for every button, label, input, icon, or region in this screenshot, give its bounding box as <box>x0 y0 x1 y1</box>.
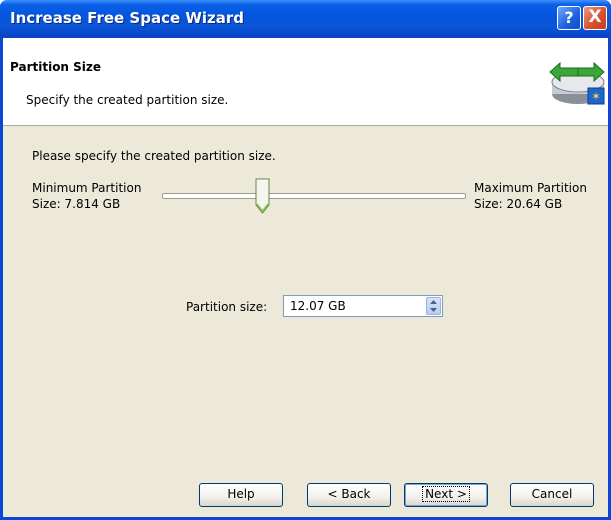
maximum-label-line2: Size: 20.64 GB <box>474 197 563 211</box>
minimum-size-label: Minimum Partition Size: 7.814 GB <box>32 180 141 212</box>
maximum-label-line1: Maximum Partition <box>474 181 587 195</box>
help-button[interactable]: Help <box>199 483 283 507</box>
wizard-header: Partition Size Specify the created parti… <box>3 38 608 126</box>
partition-size-label: Partition size: <box>186 300 268 314</box>
window-title: Increase Free Space Wizard <box>10 9 245 27</box>
title-bar[interactable]: Increase Free Space Wizard ? X <box>0 0 611 38</box>
title-help-button[interactable]: ? <box>557 6 581 30</box>
spin-down-arrow-icon[interactable] <box>427 306 440 314</box>
disk-resize-icon: ✶ <box>549 61 605 105</box>
partition-size-spinbox[interactable]: 12.07 GB <box>283 295 443 317</box>
slider-thumb[interactable] <box>255 178 270 214</box>
partition-size-slider-track[interactable] <box>162 193 466 199</box>
spin-up-arrow-icon[interactable] <box>427 298 440 306</box>
help-button-label: Help <box>227 487 255 501</box>
page-subtitle: Specify the created partition size. <box>26 93 229 107</box>
back-button-label: < Back <box>327 487 371 501</box>
wizard-window: Increase Free Space Wizard ? X Partition… <box>0 0 611 520</box>
page-title: Partition Size <box>10 60 102 74</box>
cancel-button[interactable]: Cancel <box>510 483 594 507</box>
title-close-button[interactable]: X <box>583 6 607 30</box>
minimum-label-line1: Minimum Partition <box>32 181 142 195</box>
maximum-size-label: Maximum Partition Size: 20.64 GB <box>474 180 587 212</box>
partition-size-value[interactable]: 12.07 GB <box>290 299 346 313</box>
cancel-button-label: Cancel <box>531 487 573 501</box>
instruction-text: Please specify the created partition siz… <box>32 149 276 163</box>
minimum-label-line2: Size: 7.814 GB <box>32 197 121 211</box>
next-button[interactable]: Next > <box>404 483 488 507</box>
svg-text:✶: ✶ <box>591 90 600 103</box>
wizard-client-area: Partition Size Specify the created parti… <box>3 38 608 517</box>
back-button[interactable]: < Back <box>307 483 391 507</box>
spin-buttons <box>426 297 441 315</box>
next-button-label: Next > <box>422 486 470 502</box>
